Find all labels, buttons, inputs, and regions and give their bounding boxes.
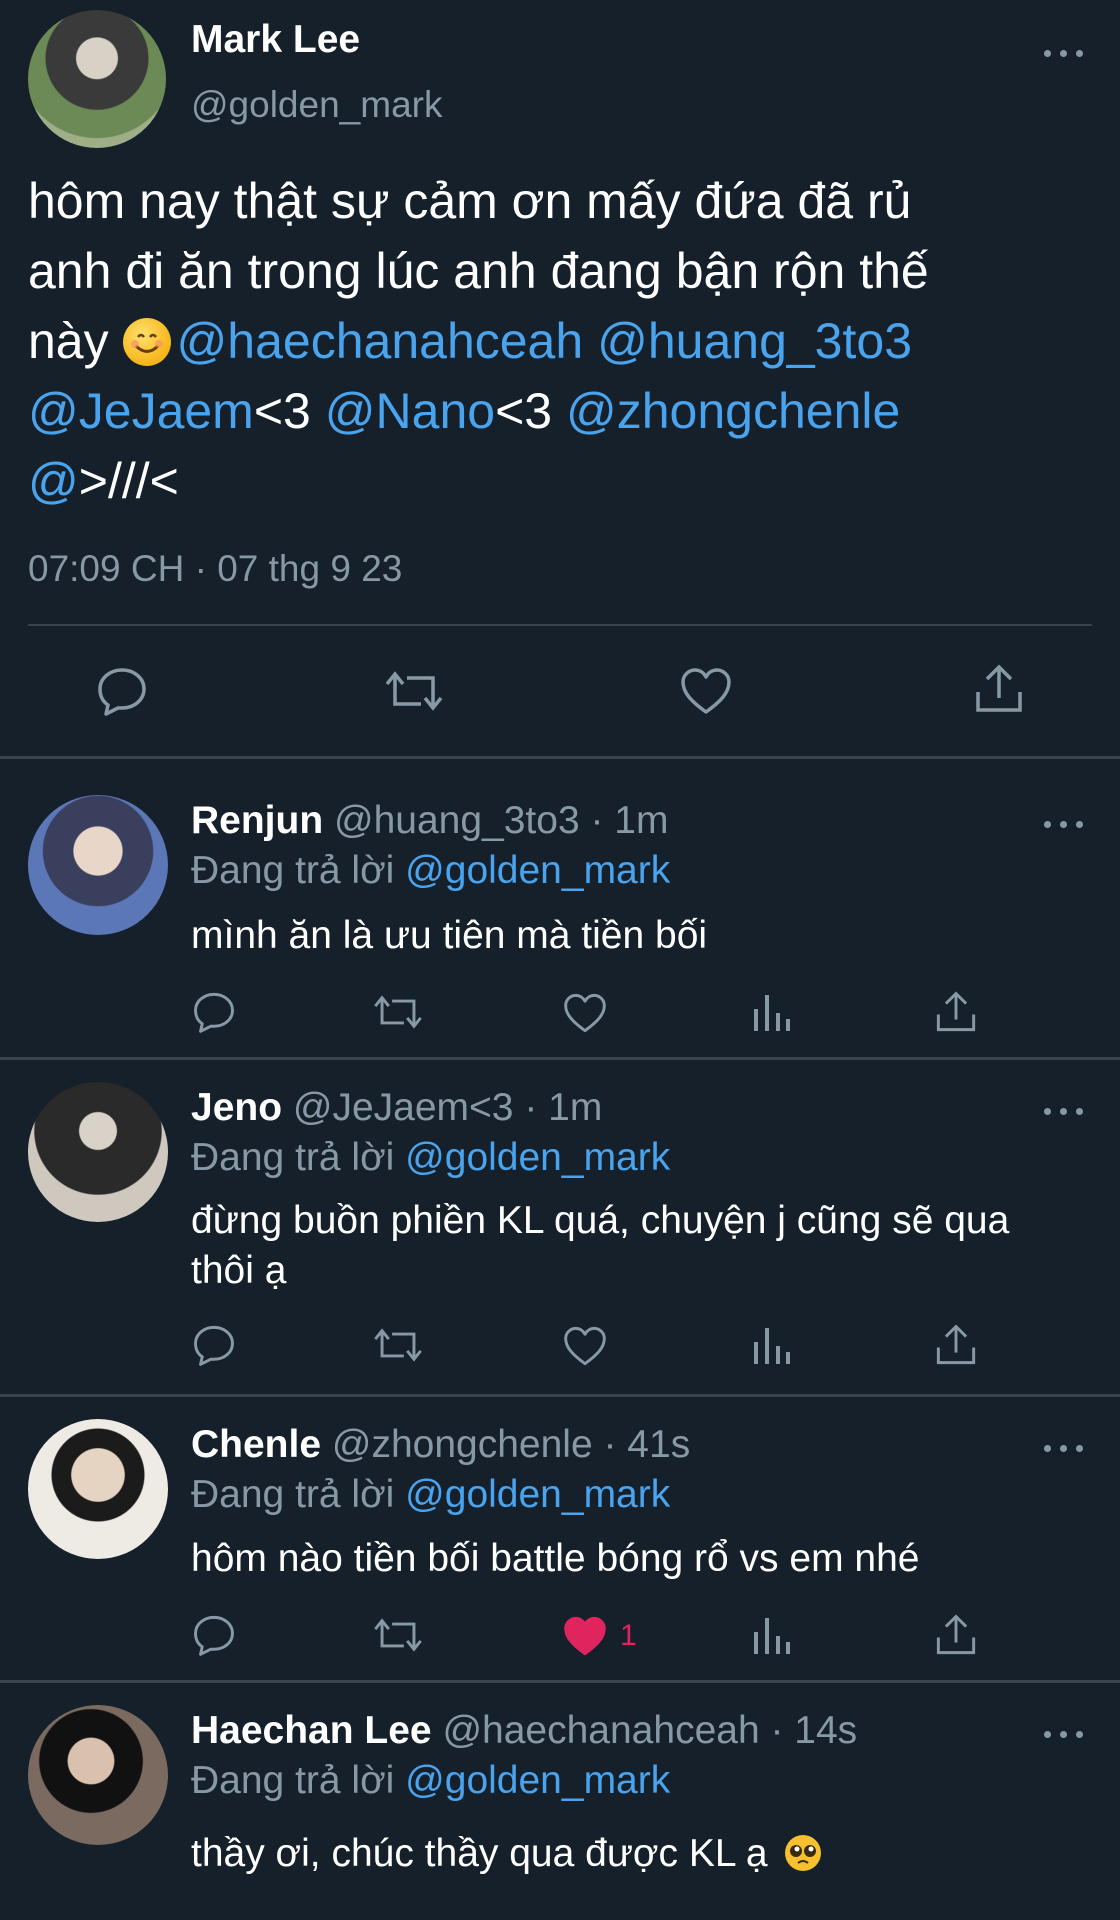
reply-icon[interactable] bbox=[192, 991, 236, 1038]
tweet-text-fragment: <3 bbox=[495, 383, 553, 439]
reply-header: Jeno @JeJaem<3 · 1m bbox=[191, 1086, 602, 1130]
mention-link[interactable]: @ bbox=[28, 453, 79, 509]
reply-author-handle-time[interactable]: @zhongchenle · 41s bbox=[332, 1423, 690, 1466]
reply-author-name[interactable]: Chenle bbox=[191, 1423, 321, 1466]
replying-to-line: Đang trả lời @golden_mark bbox=[191, 849, 670, 893]
retweet-icon[interactable] bbox=[373, 1614, 423, 1661]
tweet-text-fragment: <3 bbox=[253, 383, 311, 439]
reply-tweet[interactable]: Jeno @JeJaem<3 · 1m Đang trả lời @golden… bbox=[0, 1060, 1120, 1394]
replying-to-mention[interactable]: @golden_mark bbox=[405, 1759, 670, 1802]
avatar[interactable] bbox=[28, 1082, 168, 1222]
retweet-icon[interactable] bbox=[385, 666, 443, 721]
pleading-face-emoji-icon bbox=[784, 1834, 822, 1872]
reply-author-handle-time[interactable]: @JeJaem<3 · 1m bbox=[293, 1086, 602, 1129]
main-tweet: Mark Lee @golden_mark hôm nay thật sự cả… bbox=[0, 0, 1120, 756]
replying-to-label: Đang trả lời bbox=[191, 1136, 395, 1179]
tweet-text-fragment: >///< bbox=[78, 453, 179, 509]
more-options-icon[interactable] bbox=[1044, 1729, 1084, 1741]
avatar[interactable] bbox=[28, 1419, 168, 1559]
reply-text: đừng buồn phiền KL quá, chuyện j cũng sẽ… bbox=[191, 1199, 1010, 1292]
reply-icon[interactable] bbox=[192, 1614, 236, 1661]
reply-header: Haechan Lee @haechanahceah · 14s bbox=[191, 1709, 857, 1753]
retweet-icon[interactable] bbox=[373, 991, 423, 1038]
more-options-icon[interactable] bbox=[1044, 48, 1084, 60]
reply-author-handle-time[interactable]: @haechanahceah · 14s bbox=[442, 1709, 857, 1752]
replying-to-label: Đang trả lời bbox=[191, 849, 395, 892]
replying-to-line: Đang trả lời @golden_mark bbox=[191, 1473, 670, 1517]
like-count: 1 bbox=[620, 1619, 637, 1652]
reply-icon[interactable] bbox=[192, 1324, 236, 1371]
replying-to-mention[interactable]: @golden_mark bbox=[405, 1136, 670, 1179]
replying-to-mention[interactable]: @golden_mark bbox=[405, 849, 670, 892]
mention-link[interactable]: @haechanahceah bbox=[177, 313, 584, 369]
mention-link[interactable]: @JeJaem bbox=[28, 383, 254, 439]
divider bbox=[28, 624, 1092, 626]
reply-author-name[interactable]: Haechan Lee bbox=[191, 1709, 432, 1752]
share-icon[interactable] bbox=[974, 662, 1024, 721]
analytics-icon[interactable] bbox=[752, 991, 792, 1038]
reply-author-name[interactable]: Jeno bbox=[191, 1086, 282, 1129]
tweet-text-line: anh đi ăn trong lúc anh đang bận rộn thế bbox=[28, 243, 929, 299]
replying-to-label: Đang trả lời bbox=[191, 1473, 395, 1516]
retweet-icon[interactable] bbox=[373, 1324, 423, 1371]
reply-author-name[interactable]: Renjun bbox=[191, 799, 323, 842]
reply-tweet[interactable]: Chenle @zhongchenle · 41s Đang trả lời @… bbox=[0, 1397, 1120, 1680]
share-icon[interactable] bbox=[935, 1322, 977, 1373]
mention-link[interactable]: @huang_3to3 bbox=[597, 313, 912, 369]
main-author-avatar[interactable] bbox=[28, 10, 166, 148]
more-options-icon[interactable] bbox=[1044, 1443, 1084, 1455]
like-icon[interactable] bbox=[680, 666, 732, 721]
reply-text: thầy ơi, chúc thầy qua được KL ạ bbox=[191, 1829, 1071, 1879]
main-author-handle[interactable]: @golden_mark bbox=[191, 84, 442, 126]
reply-tweet[interactable]: Renjun @huang_3to3 · 1m Đang trả lời @go… bbox=[0, 759, 1120, 1057]
smiling-face-emoji-icon bbox=[122, 318, 171, 366]
share-icon[interactable] bbox=[935, 1612, 977, 1663]
reply-text: hôm nào tiền bối battle bóng rổ vs em nh… bbox=[191, 1537, 920, 1580]
avatar[interactable] bbox=[28, 1705, 168, 1845]
mention-link[interactable]: @Nano bbox=[325, 383, 495, 439]
reply-tweet[interactable]: Haechan Lee @haechanahceah · 14s Đang tr… bbox=[0, 1683, 1120, 1920]
like-icon[interactable] bbox=[563, 992, 607, 1039]
reply-icon[interactable] bbox=[96, 666, 148, 721]
analytics-icon[interactable] bbox=[752, 1614, 792, 1661]
reply-header: Chenle @zhongchenle · 41s bbox=[191, 1423, 690, 1467]
avatar[interactable] bbox=[28, 795, 168, 935]
like-icon[interactable] bbox=[563, 1325, 607, 1372]
replying-to-mention[interactable]: @golden_mark bbox=[405, 1473, 670, 1516]
tweet-timestamp[interactable]: 07:09 CH · 07 thg 9 23 bbox=[28, 548, 402, 590]
reply-text-content: thầy ơi, chúc thầy qua được KL ạ bbox=[191, 1832, 768, 1875]
main-tweet-text: hôm nay thật sự cảm ơn mấy đứa đã rủ anh… bbox=[28, 166, 1088, 516]
reply-text: mình ăn là ưu tiên mà tiền bối bbox=[191, 914, 708, 957]
more-options-icon[interactable] bbox=[1044, 1106, 1084, 1118]
liked-heart-icon[interactable] bbox=[563, 1615, 607, 1662]
replying-to-line: Đang trả lời @golden_mark bbox=[191, 1759, 670, 1803]
reply-header: Renjun @huang_3to3 · 1m bbox=[191, 799, 669, 843]
tweet-text-line: hôm nay thật sự cảm ơn mấy đứa đã rủ bbox=[28, 173, 912, 229]
more-options-icon[interactable] bbox=[1044, 819, 1084, 831]
main-author-name[interactable]: Mark Lee bbox=[191, 18, 360, 62]
share-icon[interactable] bbox=[935, 989, 977, 1040]
analytics-icon[interactable] bbox=[752, 1324, 792, 1371]
replying-to-label: Đang trả lời bbox=[191, 1759, 395, 1802]
reply-author-handle-time[interactable]: @huang_3to3 · 1m bbox=[334, 799, 668, 842]
tweet-text-fragment: này bbox=[28, 313, 109, 369]
mention-link[interactable]: @zhongchenle bbox=[566, 383, 900, 439]
replying-to-line: Đang trả lời @golden_mark bbox=[191, 1136, 670, 1180]
